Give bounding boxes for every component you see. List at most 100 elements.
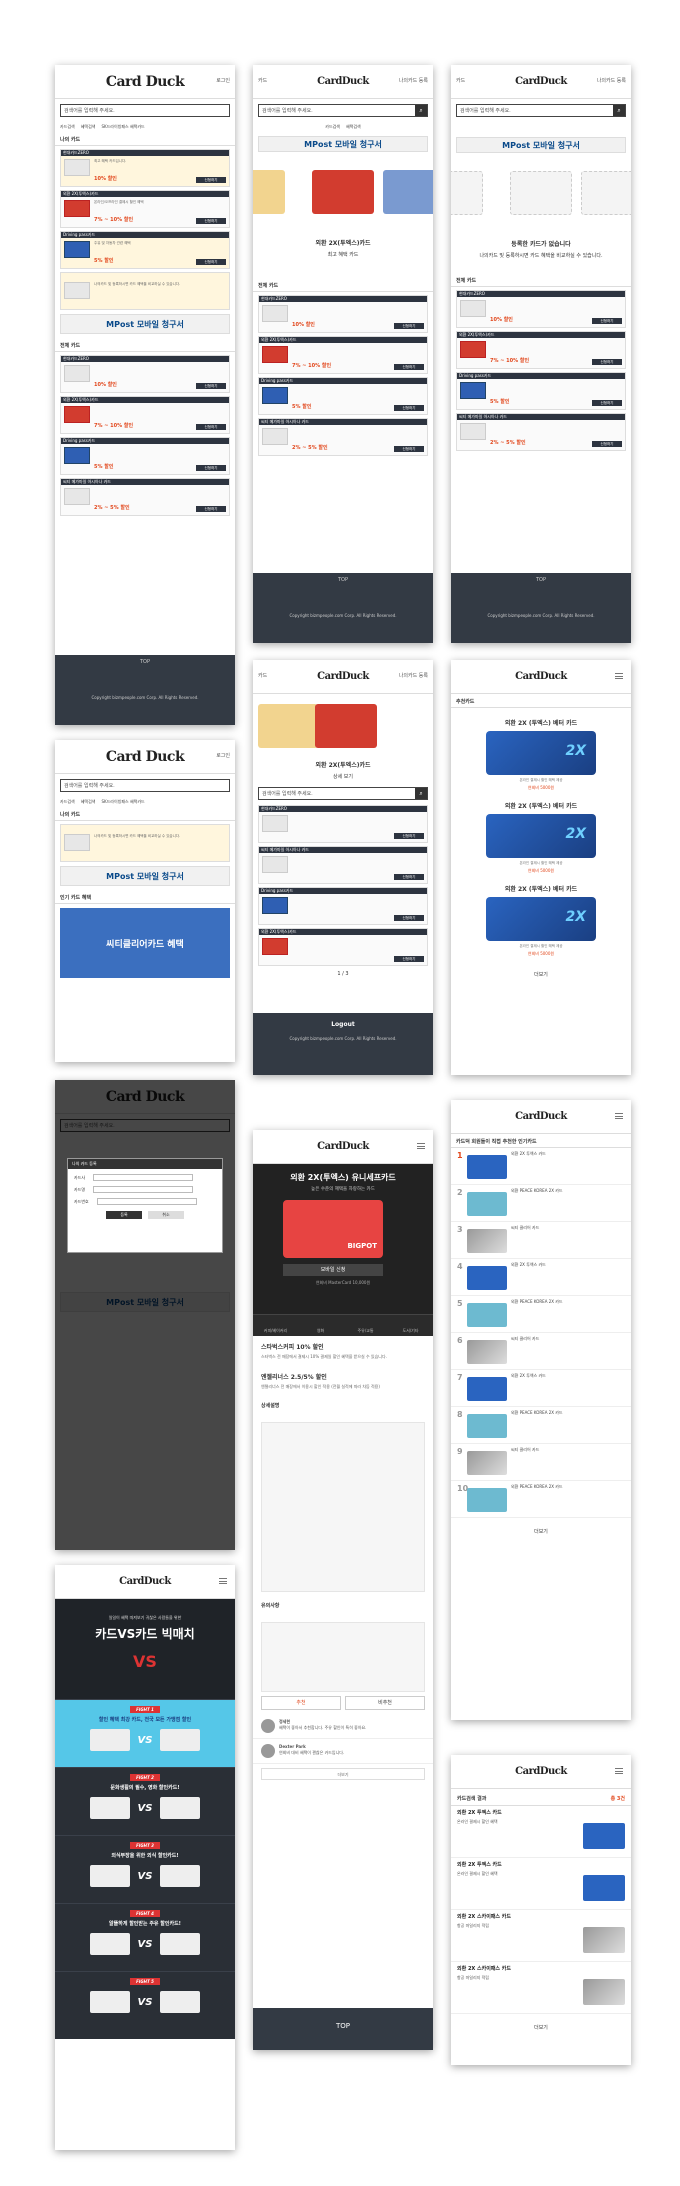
top-button[interactable]: TOP bbox=[253, 2008, 433, 2050]
app-logo[interactable]: CardDuck bbox=[515, 671, 567, 682]
slide-prev[interactable] bbox=[253, 170, 285, 214]
more-button[interactable]: 더보기 bbox=[451, 1526, 631, 1537]
ranking-item[interactable]: 8 외환 PEACE KOREA 2X 카드 bbox=[451, 1407, 631, 1444]
apply-button[interactable]: 신청하기 bbox=[196, 259, 226, 265]
result-item[interactable]: 외환 2X 스카이패스 카드 항공 마일리지 적립 bbox=[451, 1910, 631, 1962]
app-logo[interactable]: CardDuck bbox=[515, 1766, 567, 1777]
menu-icon[interactable] bbox=[615, 1768, 623, 1774]
apply-button[interactable]: 신청하기 bbox=[394, 833, 424, 839]
add-card-box[interactable]: 나의카드 및 등록하시면 카드 혜택을 비교하실 수 있습니다. bbox=[60, 824, 230, 862]
card-number-field[interactable] bbox=[96, 1198, 197, 1205]
ranking-item[interactable]: 3 씨티 클리어 카드 bbox=[451, 1222, 631, 1259]
apply-button[interactable]: 신청하기 bbox=[394, 956, 424, 962]
more-button[interactable]: 더보기 bbox=[451, 969, 631, 980]
top-button[interactable]: TOP bbox=[55, 659, 235, 665]
apply-button[interactable]: 신청하기 bbox=[394, 446, 424, 452]
fight-block[interactable]: FIGHT 1 할인 혜택 최강 카드, 전국 모든 가맹점 할인 VS bbox=[55, 1699, 235, 1767]
card-slider[interactable] bbox=[253, 700, 433, 758]
top-button[interactable]: TOP bbox=[253, 577, 433, 583]
ranking-item[interactable]: 10 외환 PEACE KOREA 2X 카드 bbox=[451, 1481, 631, 1518]
apply-button[interactable]: 신청하기 bbox=[196, 424, 226, 430]
mpost-banner[interactable]: MPost 모바일 청구서 bbox=[456, 137, 626, 153]
apply-button[interactable]: 신청하기 bbox=[592, 400, 622, 406]
card-item[interactable]: 씨티 메가마일 아시아나 카드 신청하기 bbox=[258, 846, 428, 884]
search-icon[interactable]: ⌕ bbox=[613, 105, 625, 116]
unrecommend-button[interactable]: 비추천 bbox=[345, 1696, 425, 1710]
tab-coffee[interactable]: 커피/베이커리 bbox=[253, 1315, 298, 1336]
ranking-item[interactable]: 6 씨티 클리어 카드 bbox=[451, 1333, 631, 1370]
top-button[interactable]: TOP bbox=[451, 577, 631, 583]
more-button[interactable]: 더보기 bbox=[261, 1768, 425, 1780]
apply-button[interactable]: 모바일 신청 bbox=[283, 1264, 383, 1276]
slide-next[interactable] bbox=[581, 171, 631, 215]
slide-current[interactable] bbox=[258, 704, 318, 748]
app-logo[interactable]: CardDuck bbox=[317, 76, 369, 87]
chip[interactable]: 카드검색 bbox=[60, 799, 75, 805]
add-card-box[interactable]: 나의카드 및 등록하시면 카드 혜택을 비교하실 수 있습니다. bbox=[60, 272, 230, 310]
apply-button[interactable]: 신청하기 bbox=[196, 465, 226, 471]
card-item[interactable]: 외환 2X(투엑스)카드 신청하기 bbox=[258, 928, 428, 966]
mpost-banner[interactable]: MPost 모바일 청구서 bbox=[258, 136, 428, 152]
card-item[interactable]: 씨티 메가마일 아시아나 카드 2% ~ 5% 할인 신청하기 bbox=[60, 478, 230, 516]
card-slider[interactable] bbox=[253, 166, 433, 236]
mpost-banner[interactable]: MPost 모바일 청구서 bbox=[60, 866, 230, 886]
chip[interactable]: 혜택검색 bbox=[81, 799, 96, 805]
fight-block[interactable]: FIGHT 3 외식부장을 위한 외식 할인카드! VS bbox=[55, 1835, 235, 1903]
result-item[interactable]: 외환 2X 투엑스 카드 온라인 결제시 할인 혜택 bbox=[451, 1858, 631, 1910]
menu-icon[interactable] bbox=[417, 1143, 425, 1149]
app-logo[interactable]: Card Duck bbox=[106, 749, 185, 765]
ranking-item[interactable]: 4 외환 2X 투엑스 카드 bbox=[451, 1259, 631, 1296]
logout-button[interactable]: Logout bbox=[253, 1021, 433, 1028]
tab-etc[interactable]: 도서/기타 bbox=[388, 1315, 433, 1336]
app-logo[interactable]: CardDuck bbox=[317, 1141, 369, 1152]
nav-link[interactable]: 카드 bbox=[456, 77, 465, 84]
apply-button[interactable]: 신청하기 bbox=[394, 405, 424, 411]
detail-button[interactable]: 상세 보기 bbox=[253, 771, 433, 782]
apply-button[interactable]: 신청하기 bbox=[394, 323, 424, 329]
recommend-card[interactable]: 외환 2X (투엑스) 베터 카드 온라인 결제시 할인 혜택 제공 연회비 5… bbox=[486, 718, 596, 791]
card-item[interactable]: 현대카드ZERO 10% 할인 신청하기 bbox=[258, 295, 428, 333]
apply-button[interactable]: 신청하기 bbox=[592, 359, 622, 365]
register-link[interactable]: 나의카드 등록 bbox=[399, 77, 428, 84]
slide-next[interactable] bbox=[315, 704, 377, 748]
menu-icon[interactable] bbox=[615, 1113, 623, 1119]
chip[interactable]: 카드검색 bbox=[325, 124, 340, 130]
card-item[interactable]: 현대카드ZERO 신청하기 bbox=[258, 805, 428, 843]
app-logo[interactable]: CardDuck bbox=[317, 671, 369, 682]
fight-block[interactable]: FIGHT 5 VS bbox=[55, 1971, 235, 2039]
slide-next[interactable] bbox=[383, 170, 433, 214]
app-logo[interactable]: Card Duck bbox=[106, 74, 185, 90]
card-item[interactable]: 씨티 메가마일 아시아나 카드 2% ~ 5% 할인 신청하기 bbox=[456, 413, 626, 451]
card-item[interactable]: Driving pass카드 5% 할인 신청하기 bbox=[258, 377, 428, 415]
submit-button[interactable]: 등록 bbox=[106, 1211, 142, 1219]
apply-button[interactable]: 신청하기 bbox=[592, 318, 622, 324]
apply-button[interactable]: 신청하기 bbox=[394, 915, 424, 921]
mpost-banner[interactable]: MPost 모바일 청구서 bbox=[60, 314, 230, 334]
ranking-item[interactable]: 1 외환 2X 투엑스 카드 bbox=[451, 1148, 631, 1185]
search-input[interactable]: 검색어를 입력해 주세요. bbox=[60, 779, 230, 792]
slide-empty[interactable] bbox=[510, 171, 572, 215]
card-name-field[interactable] bbox=[93, 1186, 194, 1193]
slide-current[interactable] bbox=[312, 170, 374, 214]
ranking-item[interactable]: 2 외환 PEACE KOREA 2X 카드 bbox=[451, 1185, 631, 1222]
search-input[interactable]: 검색어를 입력해 주세요. bbox=[60, 104, 230, 117]
card-item[interactable]: 외환 2X(투엑스)카드 7% ~ 10% 할인 신청하기 bbox=[258, 336, 428, 374]
chip[interactable]: SK드라이빙패스 혜택카드 bbox=[101, 799, 144, 805]
search-input[interactable]: 검색어를 입력해 주세요. ⌕ bbox=[258, 787, 428, 800]
menu-icon[interactable] bbox=[615, 673, 623, 679]
ranking-item[interactable]: 5 외환 PEACE KOREA 2X 카드 bbox=[451, 1296, 631, 1333]
app-logo[interactable]: CardDuck bbox=[515, 76, 567, 87]
result-item[interactable]: 외환 2X 투엑스 카드 온라인 결제시 할인 혜택 bbox=[451, 1806, 631, 1858]
apply-button[interactable]: 신청하기 bbox=[592, 441, 622, 447]
search-icon[interactable]: ⌕ bbox=[415, 105, 427, 116]
fight-block[interactable]: FIGHT 2 문화생활의 필수, 영화 할인카드! VS bbox=[55, 1767, 235, 1835]
card-item[interactable]: 현대카드ZERO 10% 할인 신청하기 bbox=[60, 355, 230, 393]
card-item[interactable]: 현대카드ZERO 10% 할인 신청하기 bbox=[456, 290, 626, 328]
ranking-item[interactable]: 9 씨티 클리어 카드 bbox=[451, 1444, 631, 1481]
recommend-card[interactable]: 외환 2X (투엑스) 베터 카드 온라인 결제시 할인 혜택 제공 연회비 5… bbox=[486, 801, 596, 874]
nav-link[interactable]: 카드 bbox=[258, 672, 267, 679]
chip[interactable]: 혜택검색 bbox=[346, 124, 361, 130]
login-link[interactable]: 로그인 bbox=[216, 752, 230, 759]
modal-overlay[interactable] bbox=[55, 1080, 235, 1550]
search-input[interactable]: 검색어를 입력해 주세요. ⌕ bbox=[258, 104, 428, 117]
